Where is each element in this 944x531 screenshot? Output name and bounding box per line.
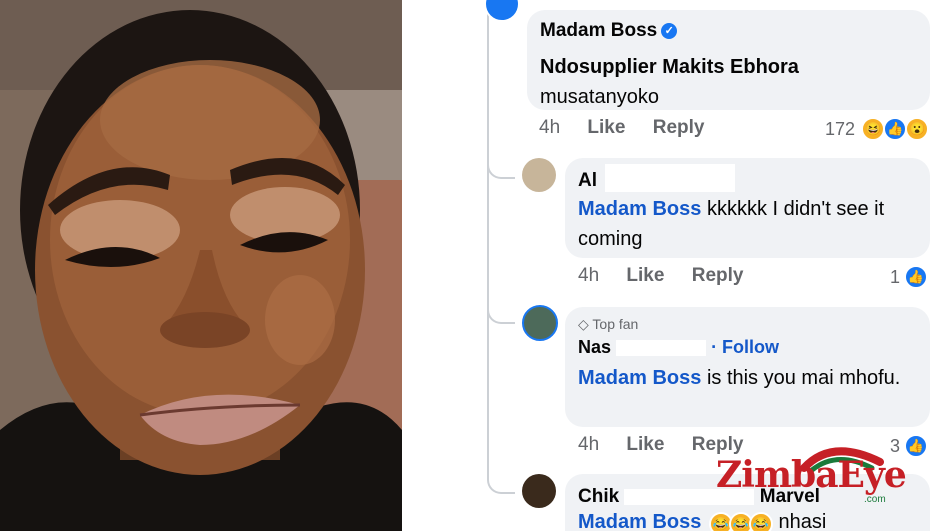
comment-text: Madam Boss 😂 😂 😂 nhasi xyxy=(578,507,918,531)
reply-button[interactable]: Reply xyxy=(653,117,705,138)
watermark-logo: ZimbaEye .com xyxy=(712,440,912,510)
like-button[interactable]: Like xyxy=(626,434,664,455)
redaction xyxy=(616,340,707,357)
top-fan-label: Top fan xyxy=(592,316,639,332)
reply-button[interactable]: Reply xyxy=(692,265,744,286)
like-button[interactable]: Like xyxy=(587,117,625,138)
commenter-name-text[interactable]: Chik xyxy=(578,486,619,507)
reaction-summary[interactable]: 1 👍 xyxy=(890,265,929,289)
comment-actions: 4h Like Reply xyxy=(539,117,726,139)
like-reaction-icon: 👍 xyxy=(904,265,929,289)
avatar[interactable] xyxy=(484,0,520,22)
divider-gap xyxy=(402,0,412,531)
comment-time[interactable]: 4h xyxy=(539,117,560,138)
comment-text: musatanyoko xyxy=(540,86,659,108)
thread-curve xyxy=(487,300,515,324)
commenter-name[interactable]: Al xyxy=(578,170,597,192)
diamond-icon: ◇ xyxy=(578,316,589,332)
verified-badge-icon: ✓ xyxy=(661,22,678,39)
avatar[interactable] xyxy=(522,305,558,341)
mention-link[interactable]: Madam Boss xyxy=(578,511,701,531)
comment-actions: 4h Like Reply xyxy=(578,265,765,287)
mention-link[interactable]: Madam Boss xyxy=(578,367,701,389)
like-reaction-icon: 👍 xyxy=(883,117,908,141)
top-fan-badge: ◇ Top fan xyxy=(578,316,638,333)
mention-link[interactable]: Madam Boss xyxy=(578,198,701,220)
redaction xyxy=(605,164,735,192)
comment-time[interactable]: 4h xyxy=(578,265,599,286)
avatar[interactable] xyxy=(522,158,556,192)
commenter-name-text[interactable]: Nas xyxy=(578,337,611,357)
comment-bubble: Madam Boss ✓ Ndosupplier Makits Ebhora mu… xyxy=(527,10,930,110)
thread-line xyxy=(487,0,489,480)
commenter-name-text[interactable]: Madam Boss xyxy=(540,20,657,41)
mention-link[interactable]: Ndosupplier Makits Ebhora xyxy=(540,52,799,82)
like-button[interactable]: Like xyxy=(626,265,664,286)
follow-button[interactable]: · Follow xyxy=(711,337,779,357)
haha-emoji-icon: 😂 xyxy=(748,512,773,531)
commenter-name: Nas · Follow xyxy=(578,337,779,358)
selfie-photo xyxy=(0,0,402,531)
thread-curve xyxy=(487,155,515,179)
comment-bubble: ◇ Top fan Nas · Follow Madam Boss is thi… xyxy=(565,307,930,427)
comment-text: Madam Boss kkkkkk I didn't see it coming xyxy=(578,194,918,254)
reaction-summary[interactable]: 172 😆 👍 😮 xyxy=(825,117,930,141)
comment-time[interactable]: 4h xyxy=(578,434,599,455)
watermark-domain: .com xyxy=(864,494,886,505)
comment-text-body: is this you mai mhofu. xyxy=(706,367,901,389)
haha-reaction-icon: 😆 xyxy=(861,117,886,141)
comment-bubble: Al Madam Boss kkkkkk I didn't see it com… xyxy=(565,158,930,258)
comment-text-body: nhasi xyxy=(778,511,827,531)
comment-text: Madam Boss is this you mai mhofu. xyxy=(578,363,918,393)
reaction-count: 1 xyxy=(890,266,901,287)
commenter-name[interactable]: Madam Boss ✓ xyxy=(540,20,678,42)
thread-curve xyxy=(487,470,515,494)
watermark-text: ZimbaEye xyxy=(716,454,907,496)
reaction-count: 172 xyxy=(825,118,856,139)
wow-reaction-icon: 😮 xyxy=(905,117,930,141)
avatar[interactable] xyxy=(522,474,556,508)
selfie-illustration xyxy=(0,0,402,531)
